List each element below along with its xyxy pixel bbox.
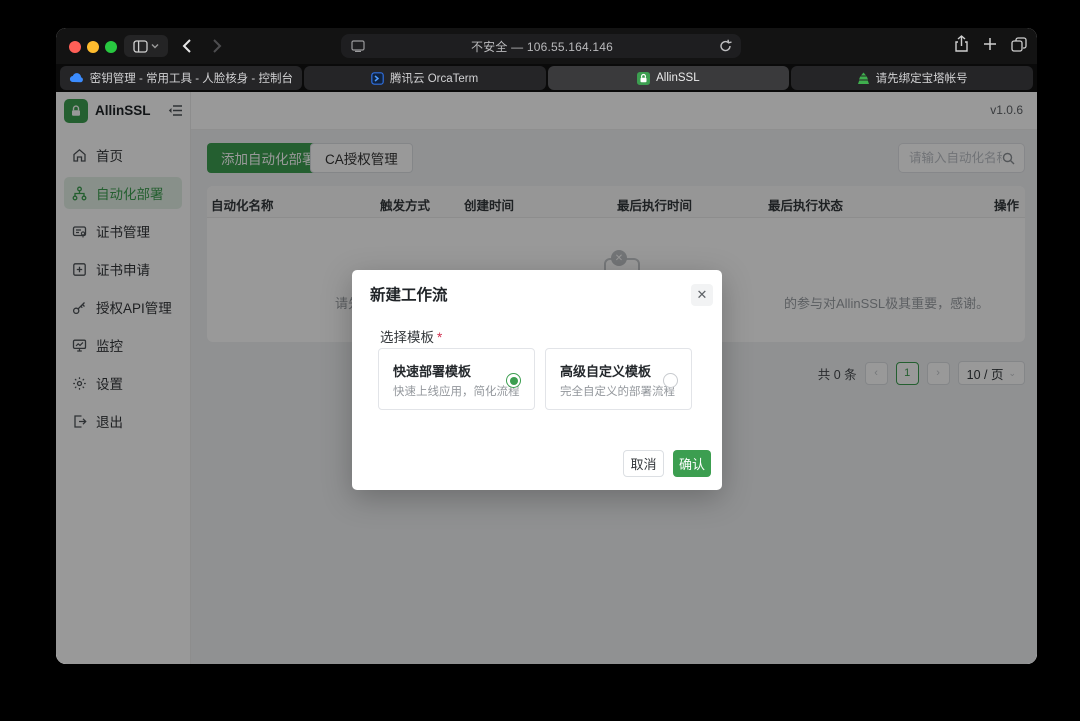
tab-label: 腾讯云 OrcaTerm (390, 70, 478, 86)
share-icon[interactable] (954, 35, 969, 53)
chevron-right-icon (212, 38, 222, 54)
close-icon[interactable]: ✕ (691, 284, 713, 306)
sidebar-panel-icon (133, 40, 148, 53)
tencent-cloud-icon (69, 73, 84, 83)
tab-tencent-console[interactable]: 密钥管理 - 常用工具 - 人脸核身 - 控制台 (60, 66, 302, 90)
baota-icon (857, 72, 870, 85)
tab-allinssl[interactable]: AllinSSL (548, 66, 790, 90)
option-desc: 快速上线应用，简化流程 (393, 383, 520, 399)
tab-orcaterm[interactable]: 腾讯云 OrcaTerm (304, 66, 546, 90)
radio-selected-icon[interactable] (506, 373, 521, 388)
browser-window: 不安全 — 106.55.164.146 密钥管理 - 常用工具 - 人脸核身 … (56, 28, 1037, 664)
tab-label: 请先绑定宝塔帐号 (876, 70, 968, 86)
tab-label: AllinSSL (656, 72, 699, 84)
url-text: 不安全 — 106.55.164.146 (365, 38, 719, 55)
tab-label: 密钥管理 - 常用工具 - 人脸核身 - 控制台 (90, 70, 293, 86)
template-field-label: 选择模板* (380, 326, 442, 346)
cancel-button[interactable]: 取消 (623, 450, 664, 477)
minimize-window-button[interactable] (87, 41, 99, 53)
option-title: 快速部署模板 (393, 361, 471, 380)
page-settings-icon[interactable] (351, 40, 365, 52)
tab-baota[interactable]: 请先绑定宝塔帐号 (791, 66, 1033, 90)
confirm-button[interactable]: 确认 (673, 450, 711, 477)
chevron-down-icon (151, 43, 159, 49)
option-desc: 完全自定义的部署流程 (560, 383, 675, 399)
reload-icon[interactable] (719, 39, 732, 53)
radio-unselected-icon[interactable] (663, 373, 678, 388)
address-bar[interactable]: 不安全 — 106.55.164.146 (341, 34, 741, 58)
allinssl-lock-icon (637, 72, 650, 85)
new-tab-icon[interactable] (983, 37, 997, 51)
required-mark: * (437, 330, 442, 345)
titlebar-right-actions (954, 35, 1027, 53)
chevron-left-icon (182, 38, 192, 54)
forward-button[interactable] (206, 35, 228, 57)
orcaterm-icon (371, 72, 384, 85)
app-viewport: AllinSSL 首页 自动化部署 (56, 92, 1037, 664)
screen: 不安全 — 106.55.164.146 密钥管理 - 常用工具 - 人脸核身 … (0, 0, 1080, 721)
modal-title: 新建工作流 (370, 283, 448, 305)
option-title: 高级自定义模板 (560, 361, 651, 380)
field-label-text: 选择模板 (380, 330, 434, 345)
template-option-quick[interactable]: 快速部署模板 快速上线应用，简化流程 (378, 348, 535, 410)
back-button[interactable] (176, 35, 198, 57)
close-window-button[interactable] (69, 41, 81, 53)
tab-bar: 密钥管理 - 常用工具 - 人脸核身 - 控制台 腾讯云 OrcaTerm Al… (56, 64, 1037, 92)
tab-overview-icon[interactable] (1011, 37, 1027, 52)
template-option-advanced[interactable]: 高级自定义模板 完全自定义的部署流程 (545, 348, 692, 410)
new-workflow-modal: 新建工作流 ✕ 选择模板* 快速部署模板 快速上线应用，简化流程 高级自定义模板… (352, 270, 722, 490)
zoom-window-button[interactable] (105, 41, 117, 53)
browser-titlebar: 不安全 — 106.55.164.146 (56, 28, 1037, 64)
browser-sidebar-toggle[interactable] (124, 35, 168, 57)
